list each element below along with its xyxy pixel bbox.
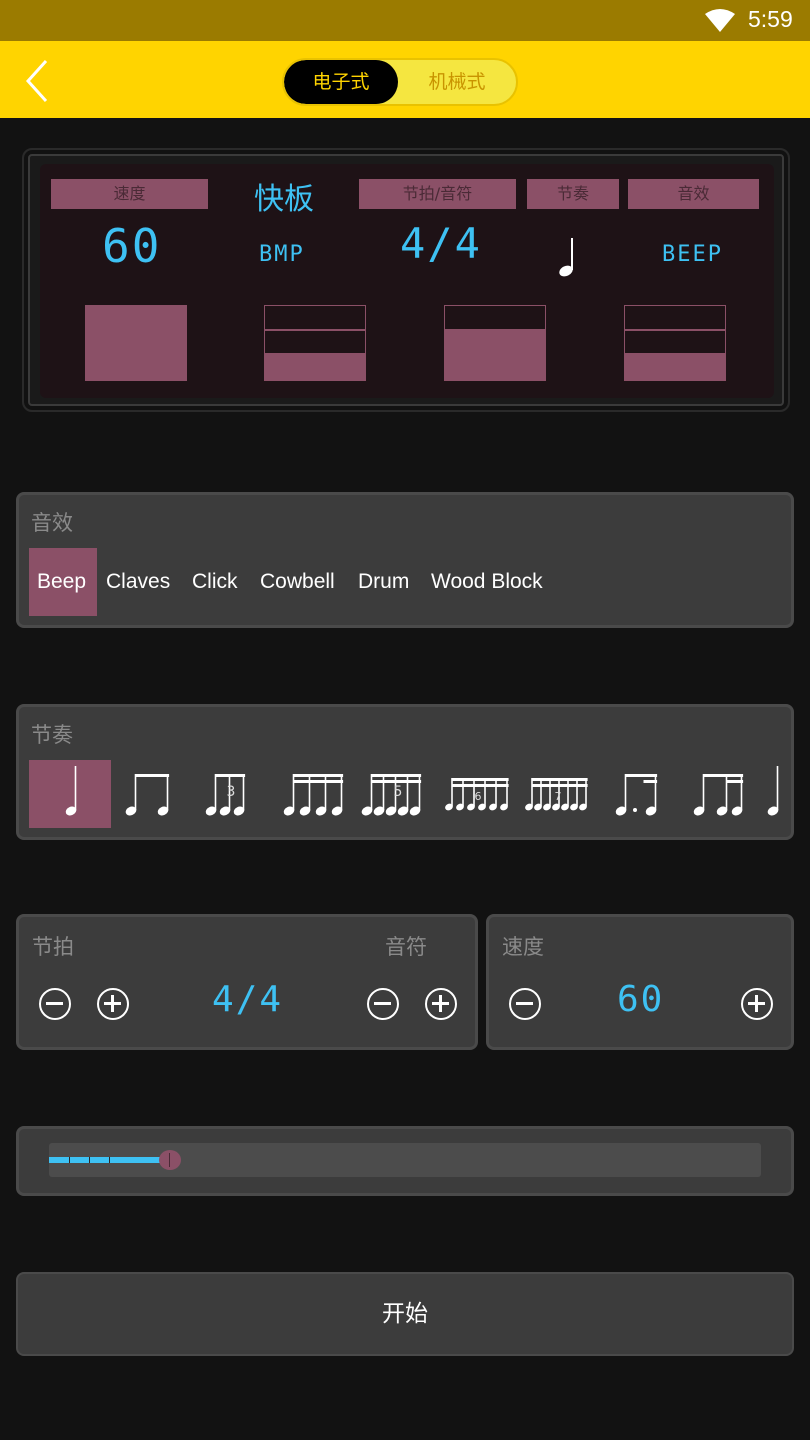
mode-electronic[interactable]: 电子式 [284,60,398,104]
sound-option-beep[interactable]: Beep [29,548,97,616]
metronome-display: 速度 快板 节拍/音符 节奏 音效 60 BMP 4/4 BEEP [40,164,774,398]
sound-option-claves[interactable]: Claves [98,548,178,616]
wifi-icon [705,9,735,32]
beat-cell [624,330,726,354]
app-bar: 电子式 机械式 [0,41,810,118]
rhythm-option-quarter[interactable] [29,760,111,828]
beat-cell [264,330,366,354]
progress-slider[interactable] [49,1143,761,1177]
rhythm-eighth-two-sixteenths-icon [693,774,744,816]
display-label-sound: 音效 [628,179,759,209]
progress-tick [69,1157,70,1163]
rhythm-option-quintuplet[interactable]: 5 [361,760,435,828]
bpm-unit: BMP [259,242,305,267]
time-signature-value: 4/4 [400,219,482,268]
beat-cell [444,329,546,381]
rhythm-quarter-icon [65,766,77,816]
tuplet-label: 7 [555,790,562,803]
sound-option-wood-block[interactable]: Wood Block [423,548,551,616]
rhythm-card: 节奏 3 5 6 7 [16,704,794,840]
note-decrease-button[interactable] [367,988,399,1020]
tuplet-label: 6 [475,790,482,803]
chevron-left-icon[interactable] [20,59,56,103]
sound-card: 音效 Beep Claves Click Cowbell Drum Wood B… [16,492,794,628]
rhythm-sextuplet-icon: 6 [445,778,509,811]
rhythm-option-eighth-two-sixteenths[interactable] [689,760,749,828]
tempo-card: 速度 60 [486,914,794,1050]
mode-toggle: 电子式 机械式 [282,58,518,106]
beat-indicator-4 [624,305,726,381]
start-button[interactable]: 开始 [16,1272,794,1356]
beat-decrease-button[interactable] [39,988,71,1020]
rhythm-card-title: 节奏 [31,723,73,747]
tempo-name: 快板 [254,182,314,217]
quarter-note-icon [559,238,573,277]
progress-thumb[interactable] [159,1150,181,1170]
rhythm-septuplet-icon: 7 [525,778,588,811]
note-title: 音符 [385,935,427,959]
tuplet-label: 5 [394,784,403,800]
display-label-beat-note: 节拍/音符 [359,179,516,209]
tempo-decrease-button[interactable] [509,988,541,1020]
rhythm-option-two-eighths[interactable] [119,760,179,828]
rhythm-option-dotted-eighth-sixteenth[interactable] [611,760,661,828]
beat-note-card: 节拍 音符 4/4 [16,914,478,1050]
rhythm-two-eighths-icon [125,774,170,816]
tempo-card-title: 速度 [502,935,544,959]
bpm-value: 60 [102,219,162,273]
sound-option-cowbell[interactable]: Cowbell [252,548,343,616]
progress-tick [109,1157,110,1163]
sound-card-title: 音效 [31,511,73,535]
rhythm-option-partial[interactable] [767,760,787,828]
beat-cell [264,354,366,381]
beat-cell [444,305,546,330]
tempo-value: 60 [617,979,665,1020]
mode-mechanical[interactable]: 机械式 [398,60,516,104]
rhythm-option-triplet[interactable]: 3 [201,760,261,828]
beat-cell [85,305,187,381]
status-bar: 5:59 [0,0,810,41]
rhythm-quintuplet-icon: 5 [361,774,422,816]
rhythm-option-sextuplet[interactable]: 6 [443,760,513,828]
progress-tick [89,1157,90,1163]
beat-note-value: 4/4 [212,979,284,1020]
beat-cell [624,354,726,381]
sound-option-click[interactable]: Click [184,548,246,616]
beat-cell [264,305,366,330]
status-time: 5:59 [748,6,793,32]
sound-option-drum[interactable]: Drum [350,548,417,616]
sound-value: BEEP [662,242,723,267]
rhythm-option-septuplet[interactable]: 7 [523,760,593,828]
note-increase-button[interactable] [425,988,457,1020]
tempo-increase-button[interactable] [741,988,773,1020]
beat-indicator-2 [264,305,366,381]
beat-indicator-1 [85,305,187,381]
rhythm-triplet-icon: 3 [205,774,246,816]
display-label-tempo: 速度 [51,179,208,209]
beat-cell [624,305,726,330]
beat-title: 节拍 [32,935,74,959]
rhythm-option-four-sixteenths[interactable] [281,760,351,828]
rhythm-dotted-eighth-sixteenth-icon [615,774,658,816]
display-label-rhythm: 节奏 [527,179,619,209]
rhythm-partial-icon [767,766,779,816]
beat-indicator-3 [444,305,546,381]
beat-increase-button[interactable] [97,988,129,1020]
tuplet-label: 3 [227,784,236,800]
rhythm-four-sixteenths-icon [283,774,344,816]
